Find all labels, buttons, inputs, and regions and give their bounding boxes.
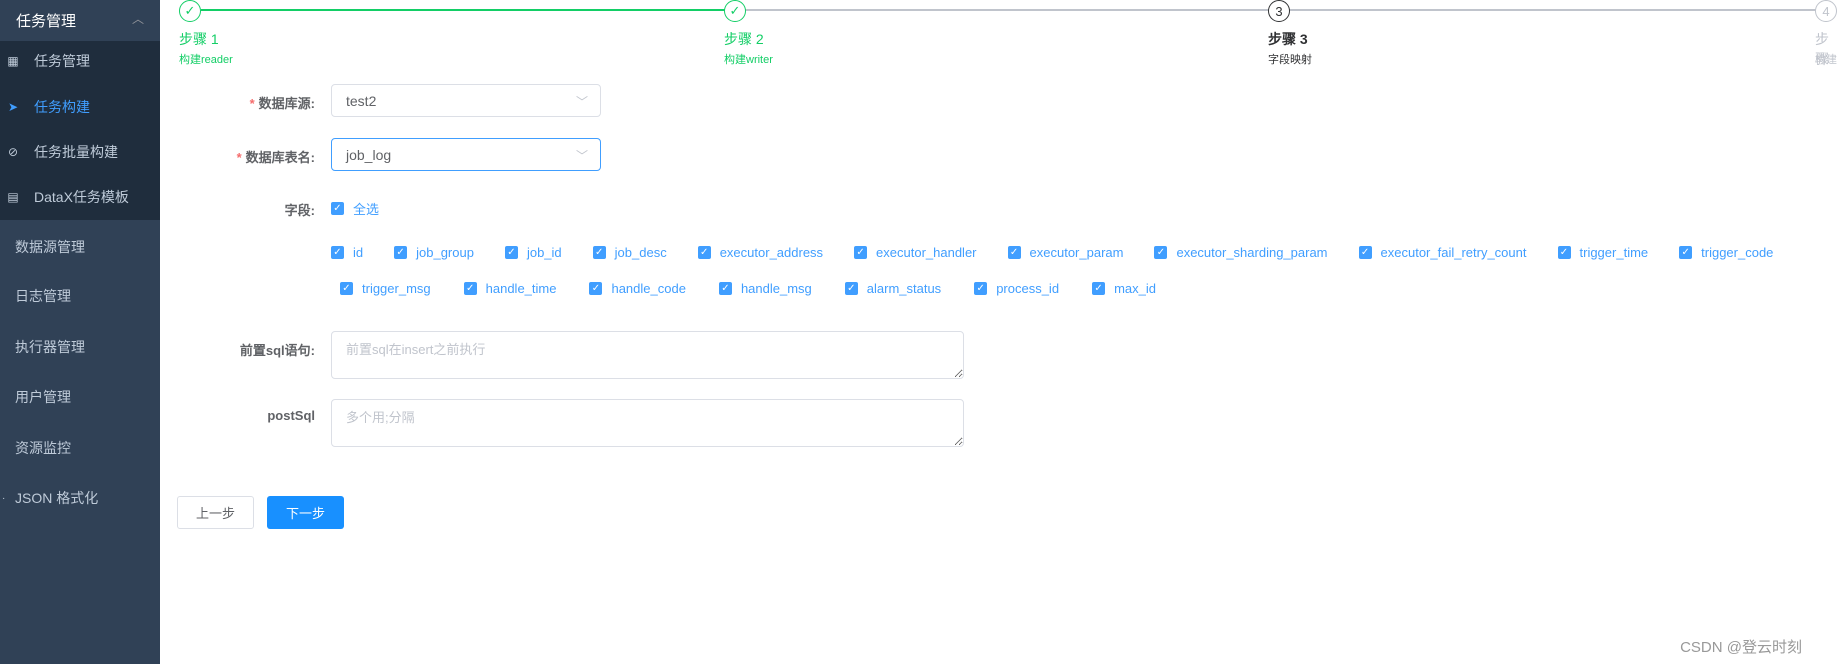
sidebar-item-monitor[interactable]: 资源监控 [0, 428, 160, 468]
step-3-number: 3 [1268, 0, 1290, 22]
table-label: * 数据库表名: [236, 150, 315, 165]
table-select[interactable]: job_log ﹀ [331, 138, 601, 171]
field-checkbox-executor_param[interactable]: ✓ executor_param [1007, 245, 1123, 260]
field-checkbox-id[interactable]: ✓ id [331, 245, 363, 260]
dot-icon: · [2, 492, 6, 504]
check-icon: ✓ [463, 282, 477, 295]
field-checkbox-handle_msg[interactable]: ✓ handle_msg [718, 281, 812, 296]
check-icon: ✓ [592, 246, 606, 259]
clipboard-icon: ▤ [7, 190, 19, 204]
field-checkbox-executor_sharding_param[interactable]: ✓ executor_sharding_param [1154, 245, 1328, 260]
fields-row-1: ✓ id ✓ job_group ✓ job_id ✓ job_desc ✓ executor_a… [331, 245, 1773, 260]
check-icon: ✓ [697, 246, 711, 259]
fields-row-2: ✓ trigger_msg ✓ handle_time ✓ handle_code ✓ han… [340, 281, 1156, 296]
check-icon: ✓ [1557, 246, 1571, 259]
presql-label: 前置sql语句: [239, 343, 315, 358]
check-icon: ✓ [974, 282, 988, 295]
step-4-number: 4 [1815, 0, 1837, 22]
check-icon: ✓ [1679, 246, 1693, 259]
field-checkbox-executor_address[interactable]: ✓ executor_address [697, 245, 823, 260]
step-4-desc: 构建 [1815, 54, 1837, 66]
datasource-label: * 数据库源: [249, 96, 315, 111]
field-checkbox-max_id[interactable]: ✓ max_id [1092, 281, 1156, 296]
field-checkbox-executor_fail_retry_count[interactable]: ✓ executor_fail_retry_count [1358, 245, 1527, 260]
presql-textarea[interactable] [331, 331, 964, 379]
field-checkbox-handle_time[interactable]: ✓ handle_time [463, 281, 556, 296]
field-checkbox-trigger_time[interactable]: ✓ trigger_time [1557, 245, 1648, 260]
step-1-desc: 构建reader [179, 54, 233, 66]
field-checkbox-trigger_code[interactable]: ✓ trigger_code [1679, 245, 1773, 260]
step-line-done [201, 9, 735, 11]
check-icon: ✓ [331, 246, 344, 259]
fields-label: 字段: [284, 203, 315, 218]
check-icon: ✓ [1358, 246, 1372, 259]
check-icon: ✓ [331, 202, 344, 215]
check-icon: ✓ [1092, 282, 1106, 295]
field-checkbox-executor_handler[interactable]: ✓ executor_handler [854, 245, 977, 260]
check-icon: ✓ [589, 282, 603, 295]
paper-plane-icon: ➤ [7, 100, 19, 114]
step-2-desc: 构建writer [724, 54, 773, 66]
check-icon: ✓ [724, 0, 746, 22]
step-3-title: 步骤 3 [1268, 31, 1308, 47]
step-2-title: 步骤 2 [724, 31, 764, 47]
step-3-desc: 字段映射 [1268, 54, 1312, 66]
field-checkbox-job_group[interactable]: ✓ job_group [394, 245, 474, 260]
check-icon: ✓ [1007, 246, 1021, 259]
postsql-textarea[interactable] [331, 399, 964, 447]
steps: ✓ ✓ 3 4 步骤 1 构建reader 步骤 2 构建writer 步骤 3… [0, 0, 1842, 70]
step-1-title: 步骤 1 [179, 31, 219, 47]
sidebar-item-log[interactable]: 日志管理 [0, 276, 160, 316]
check-icon: ✓ [340, 282, 353, 295]
field-checkbox-job_id[interactable]: ✓ job_id [504, 245, 562, 260]
step-line-pending [745, 9, 1835, 11]
check-icon: ✓ [394, 246, 408, 259]
watermark: CSDN @登云时刻 [1680, 639, 1802, 656]
sidebar-item-json-format[interactable]: · JSON 格式化 [0, 478, 160, 518]
check-icon: ✓ [504, 246, 518, 259]
field-checkbox-alarm_status[interactable]: ✓ alarm_status [844, 281, 941, 296]
select-all-checkbox[interactable]: ✓ 全选 [331, 199, 379, 218]
datasource-select[interactable]: test2 ﹀ [331, 84, 601, 117]
chevron-down-icon: ﹀ [575, 149, 588, 163]
check-icon: ✓ [1154, 246, 1168, 259]
check-icon: ✓ [718, 282, 732, 295]
check-icon: ✓ [844, 282, 858, 295]
check-icon: ✓ [854, 246, 868, 259]
compass-icon: ⊘ [7, 145, 19, 159]
sidebar-item-datasource[interactable]: 数据源管理 [0, 227, 160, 267]
field-checkbox-process_id[interactable]: ✓ process_id [974, 281, 1059, 296]
field-checkbox-handle_code[interactable]: ✓ handle_code [589, 281, 686, 296]
next-button[interactable]: 下一步 [267, 496, 344, 529]
postsql-label: postSql [267, 408, 315, 423]
chevron-down-icon: ﹀ [575, 95, 588, 109]
field-checkbox-trigger_msg[interactable]: ✓ trigger_msg [340, 281, 431, 296]
prev-button[interactable]: 上一步 [177, 496, 254, 529]
field-checkbox-job_desc[interactable]: ✓ job_desc [592, 245, 667, 260]
check-icon: ✓ [179, 0, 201, 22]
